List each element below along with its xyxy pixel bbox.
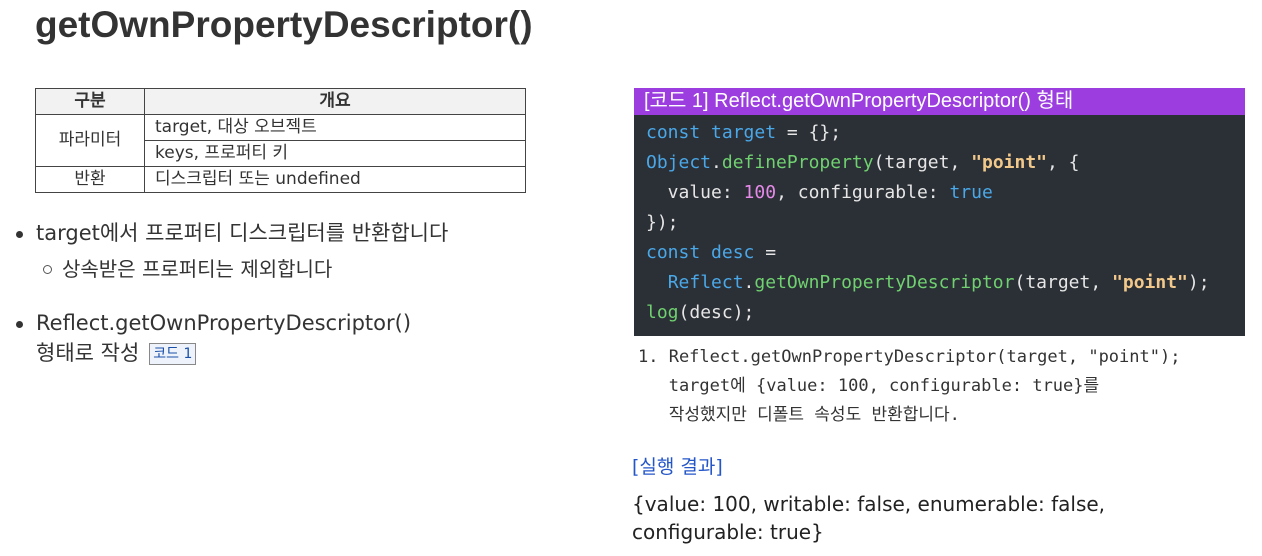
code-line-5: const desc = [646,242,777,263]
table-header-category: 구분 [35,88,145,115]
code-reference-link[interactable]: 코드 1 [149,343,197,365]
code-line-4: }); [646,212,679,233]
param-target: target, 대상 오브젝트 [144,114,526,141]
page-title: getOwnPropertyDescriptor() [35,4,533,45]
bullet-item-2-text: 형태로 작성 [36,341,140,365]
return-value: 디스크립터 또는 undefined [144,166,526,193]
bullet-item-2-line2: 형태로 작성 코드 1 [36,338,572,368]
param-keys: keys, 프로퍼티 키 [144,140,526,167]
result-text: {value: 100, writable: false, enumerable… [632,492,1106,544]
note-line-2: target에 {value: 100, configurable: true}… [638,376,1100,396]
table-header-summary: 개요 [144,88,526,115]
note-line-1: 1. Reflect.getOwnPropertyDescriptor(targ… [638,347,1181,367]
bullet-item-2-line1: Reflect.getOwnPropertyDescriptor() [36,311,412,335]
bullet-item-1: target에서 프로퍼티 디스크립터를 반환합니다 [12,218,572,248]
table-row: 반환 디스크립터 또는 undefined [35,166,526,193]
note-line-3: 작성했지만 디폴트 속성도 반환합니다. [638,405,960,425]
bullet-item-2: Reflect.getOwnPropertyDescriptor() 형태로 작… [12,308,572,368]
summary-table: 구분 개요 파라미터 target, 대상 오브젝트 keys, 프로퍼티 키 … [35,88,526,193]
code-line-1: const target = {}; [646,122,842,143]
code-line-2: Object.defineProperty(target, "point", { [646,152,1080,173]
param-label: 파라미터 [35,114,145,167]
code-line-3: value: 100, configurable: true [646,182,993,203]
code-block: [코드 1] Reflect.getOwnPropertyDescriptor(… [634,88,1245,336]
sub-bullet-item: 상속받은 프로퍼티는 제외합니다 [12,254,572,284]
code-note: 1. Reflect.getOwnPropertyDescriptor(targ… [638,343,1238,430]
return-label: 반환 [35,166,145,193]
code-title: [코드 1] Reflect.getOwnPropertyDescriptor(… [634,88,1245,115]
table-row: 파라미터 target, 대상 오브젝트 [35,114,526,167]
code-lines: const target = {}; Object.defineProperty… [634,115,1245,331]
code-line-7: log(desc); [646,302,755,323]
code-line-6: Reflect.getOwnPropertyDescriptor(target,… [667,272,1210,293]
table-header-row: 구분 개요 [35,88,526,115]
bullet-list: target에서 프로퍼티 디스크립터를 반환합니다 상속받은 프로퍼티는 제외… [12,218,572,368]
result-label: [실행 결과] [632,456,723,478]
